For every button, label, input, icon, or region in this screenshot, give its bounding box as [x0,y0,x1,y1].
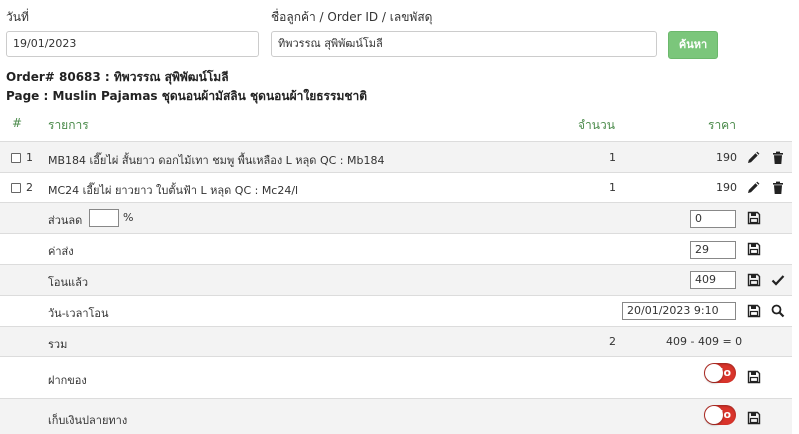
row-qty: 1 [609,151,616,164]
shipping-input[interactable]: 29 [690,241,736,259]
save-icon[interactable] [747,304,761,318]
cod-toggle[interactable]: No [704,405,736,425]
check-icon[interactable] [771,273,785,287]
discount-row: ส่วนลด % 0 [0,202,792,233]
save-icon[interactable] [747,242,761,256]
toggle-knob [705,364,723,382]
trash-icon[interactable] [771,181,785,195]
row-price: 190 [716,151,737,164]
discount-value-input[interactable]: 0 [690,210,736,228]
cod-row: เก็บเงินปลายทาง No [0,398,792,434]
total-qty: 2 [609,335,616,348]
order-page: Page : Muslin Pajamas ชุดนอนผ้ามัสลิน ชุ… [6,89,368,103]
pencil-icon[interactable] [746,151,760,165]
order-title: Order# 80683 : ทิพวรรณ สุพิพัฒน์โมลี [6,70,229,84]
row-num: 2 [26,181,33,194]
save-icon[interactable] [747,211,761,225]
shipping-row: ค่าส่ง 29 [0,233,792,264]
save-icon[interactable] [747,273,761,287]
discount-percent-input[interactable] [89,209,119,227]
paid-label: โอนแล้ว [48,276,89,289]
customer-search-label: ชื่อลูกค้า / Order ID / เลขพัสดุ [271,10,433,24]
row-checkbox[interactable] [11,183,21,193]
row-item-name: MC24 เอี๊ยไผ่ ยาวยาว ใบตั้นฟ้า L หลุด QC… [48,184,299,197]
trash-icon[interactable] [771,151,785,165]
discount-percent-sign: % [123,211,134,224]
date-label: วันที่ [6,10,29,24]
transfer-time-row: วัน-เวลาโอน 20/01/2023 9:10 [0,295,792,326]
paid-input[interactable]: 409 [690,271,736,289]
total-summary: 409 - 409 = 0 [666,335,743,348]
header-price: ราคา [708,118,736,132]
pencil-icon[interactable] [746,181,760,195]
save-icon[interactable] [747,411,761,425]
transfer-time-input[interactable]: 20/01/2023 9:10 [622,302,736,320]
customer-search-input[interactable]: ทิพวรรณ สุพิพัฒน์โมลี [271,31,657,57]
date-input[interactable]: 19/01/2023 [6,31,259,57]
cod-label: เก็บเงินปลายทาง [48,414,128,427]
deposit-row: ฝากของ No [0,356,792,398]
discount-label: ส่วนลด [48,214,83,227]
table-row: 1 MB184 เอี๊ยไผ่ สั้นยาว ดอกไม้เทา ชมพู … [0,141,792,172]
total-label: รวม [48,338,68,351]
shipping-label: ค่าส่ง [48,245,74,258]
header-qty: จำนวน [578,118,615,132]
deposit-label: ฝากของ [48,374,87,387]
row-checkbox[interactable] [11,153,21,163]
transfer-time-label: วัน-เวลาโอน [48,307,109,320]
table-row: 2 MC24 เอี๊ยไผ่ ยาวยาว ใบตั้นฟ้า L หลุด … [0,172,792,202]
row-item-name: MB184 เอี๊ยไผ่ สั้นยาว ดอกไม้เทา ชมพู พื… [48,154,385,167]
row-qty: 1 [609,181,616,194]
search-button[interactable]: ค้นหา [668,31,718,59]
header-num: # [12,116,23,130]
paid-row: โอนแล้ว 409 [0,264,792,295]
header-item: รายการ [48,118,89,132]
search-icon[interactable] [771,304,785,318]
row-price: 190 [716,181,737,194]
total-row: รวม 2 409 - 409 = 0 [0,326,792,356]
row-num: 1 [26,151,33,164]
deposit-toggle[interactable]: No [704,363,736,383]
toggle-knob [705,406,723,424]
table-header: # รายการ จำนวน ราคา [0,112,799,140]
save-icon[interactable] [747,370,761,384]
